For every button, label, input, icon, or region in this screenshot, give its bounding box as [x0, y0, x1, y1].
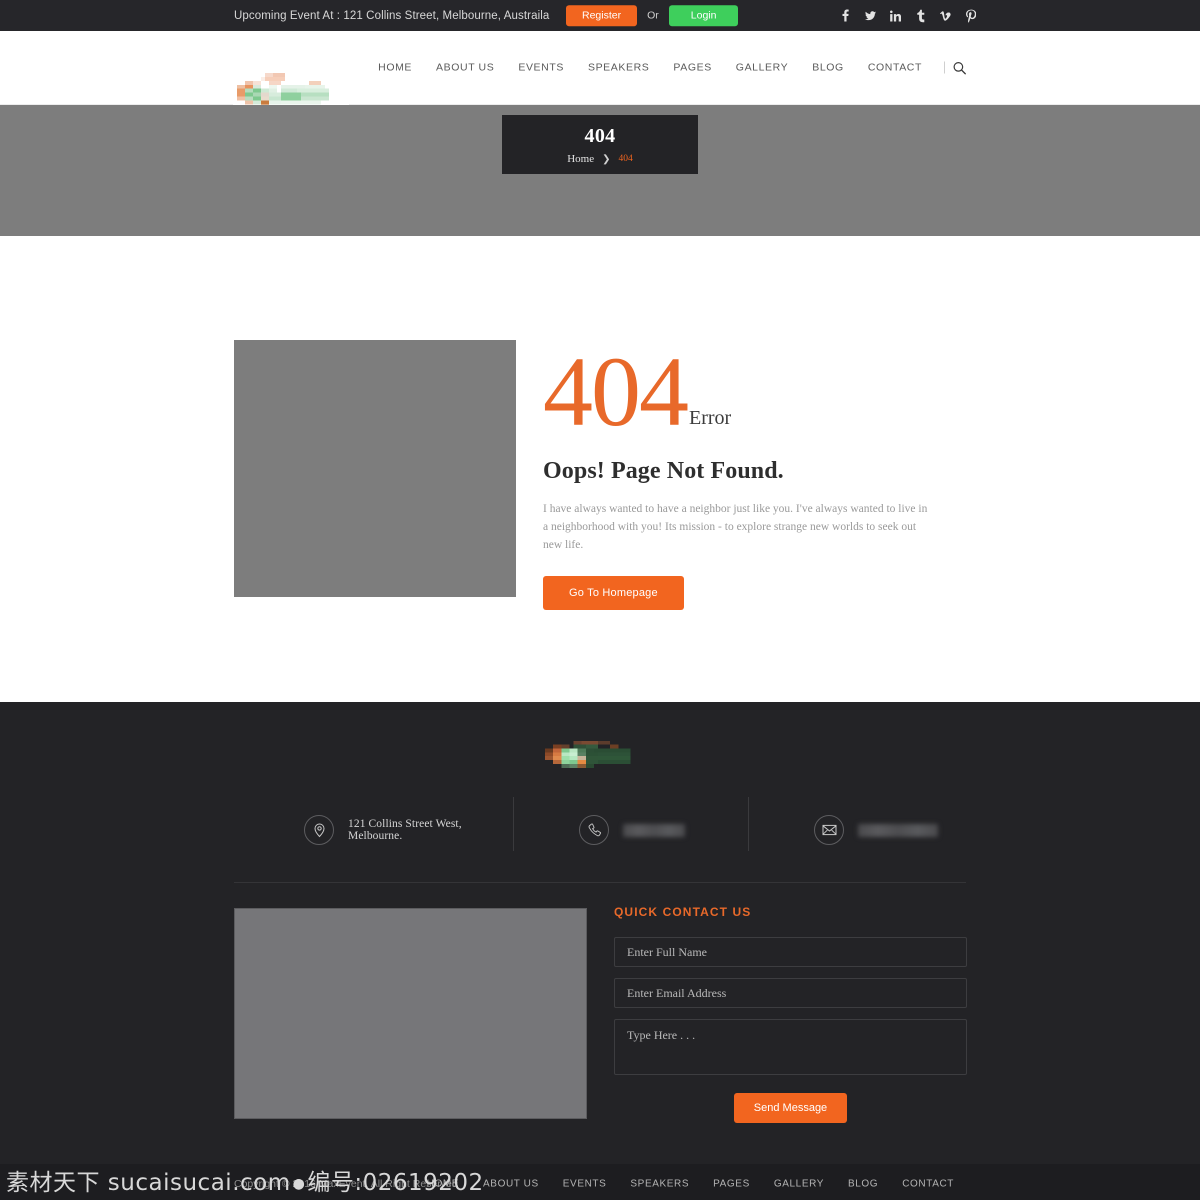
error-section: 404 Error Oops! Page Not Found. I have a… — [0, 236, 1200, 702]
footer-logo[interactable] — [541, 737, 659, 787]
email-input[interactable] — [614, 978, 967, 1008]
nav-item-speakers[interactable]: SPEAKERS — [576, 62, 661, 73]
register-button[interactable]: Register — [566, 4, 638, 27]
breadcrumb-home[interactable]: Home — [567, 153, 594, 165]
tumblr-icon[interactable] — [915, 9, 926, 22]
phone-icon — [579, 815, 609, 845]
twitter-icon[interactable] — [865, 10, 876, 21]
contact-phone-redacted — [623, 823, 685, 837]
error-code: 404 — [543, 336, 689, 447]
page-banner: 404 Home ❯ 404 — [0, 105, 1200, 236]
search-icon — [953, 61, 966, 74]
send-button-wrap: Send Message — [614, 1093, 967, 1123]
footer-nav-item-home[interactable]: HOME — [415, 1178, 471, 1189]
vimeo-icon[interactable] — [940, 10, 951, 21]
quick-contact-title: QUICK CONTACT US — [614, 905, 752, 919]
footer-logo-pixels — [541, 737, 659, 787]
footer-nav-item-pages[interactable]: PAGES — [701, 1178, 762, 1189]
error-content: 404 Error Oops! Page Not Found. I have a… — [543, 336, 943, 611]
upcoming-event-notice: Upcoming Event At : 121 Collins Street, … — [234, 9, 550, 22]
nav-item-pages[interactable]: PAGES — [661, 62, 723, 73]
footer-map[interactable] — [234, 908, 587, 1119]
search-button[interactable] — [949, 61, 966, 74]
site-header: HOME ABOUT US EVENTS SPEAKERS PAGES GALL… — [0, 31, 1200, 124]
breadcrumb-current: 404 — [618, 154, 633, 164]
breadcrumb: Home ❯ 404 — [502, 153, 698, 165]
main-navigation: HOME ABOUT US EVENTS SPEAKERS PAGES GALL… — [366, 61, 966, 74]
contact-address-text: 121 Collins Street West, Melbourne. — [348, 818, 462, 842]
error-code-row: 404 Error — [543, 336, 943, 447]
footer-nav-item-gallery[interactable]: GALLERY — [762, 1178, 836, 1189]
full-name-input[interactable] — [614, 937, 967, 967]
footer-divider — [234, 882, 966, 883]
nav-item-home[interactable]: HOME — [366, 62, 424, 73]
envelope-icon — [814, 815, 844, 845]
nav-item-contact[interactable]: CONTACT — [856, 62, 934, 73]
footer-nav-item-about-us[interactable]: ABOUT US — [471, 1178, 551, 1189]
contact-item-address: 121 Collins Street West, Melbourne. — [234, 815, 514, 845]
send-message-button[interactable]: Send Message — [733, 1093, 848, 1123]
nav-item-about-us[interactable]: ABOUT US — [424, 62, 506, 73]
footer-nav-item-speakers[interactable]: SPEAKERS — [618, 1178, 701, 1189]
login-button[interactable]: Login — [668, 4, 739, 27]
error-heading: Oops! Page Not Found. — [543, 458, 784, 484]
social-links — [840, 9, 976, 22]
contact-email-redacted — [858, 823, 938, 837]
footer-nav-item-contact[interactable]: CONTACT — [890, 1178, 966, 1189]
banner-title-box: 404 Home ❯ 404 — [502, 115, 698, 174]
bottom-bar: Copyright © 2016 MaxEvent. All Right Res… — [0, 1164, 1200, 1200]
footer-contact-strip: 121 Collins Street West, Melbourne. — [234, 797, 966, 851]
error-paragraph: I have always wanted to have a neighbor … — [543, 503, 928, 551]
nav-item-gallery[interactable]: GALLERY — [724, 62, 800, 73]
location-pin-icon — [304, 815, 334, 845]
topbar-actions: Register Or Login — [566, 4, 739, 27]
linkedin-icon[interactable] — [890, 10, 901, 21]
breadcrumb-separator-icon: ❯ — [602, 153, 611, 165]
facebook-icon[interactable] — [840, 9, 851, 22]
or-label: Or — [647, 9, 659, 22]
footer-navigation: HOME ABOUT US EVENTS SPEAKERS PAGES GALL… — [415, 1178, 966, 1189]
page-title: 404 — [584, 125, 616, 147]
top-bar: Upcoming Event At : 121 Collins Street, … — [0, 0, 1200, 31]
site-footer: 121 Collins Street West, Melbourne. QUIC… — [0, 702, 1200, 1164]
nav-item-blog[interactable]: BLOG — [800, 62, 856, 73]
contact-item-phone — [513, 797, 749, 851]
footer-logo-wrap — [0, 737, 1200, 787]
quick-contact-form: QUICK CONTACT US Send Message — [614, 905, 967, 1123]
error-illustration — [234, 340, 516, 597]
message-textarea[interactable] — [614, 1019, 967, 1075]
contact-item-email — [748, 797, 966, 851]
pinterest-icon[interactable] — [965, 9, 976, 22]
footer-nav-item-blog[interactable]: BLOG — [836, 1178, 890, 1189]
footer-nav-item-events[interactable]: EVENTS — [551, 1178, 619, 1189]
nav-divider — [944, 61, 945, 74]
go-to-homepage-button[interactable]: Go To Homepage — [543, 576, 684, 611]
error-word: Error — [689, 407, 732, 429]
nav-item-events[interactable]: EVENTS — [506, 62, 576, 73]
